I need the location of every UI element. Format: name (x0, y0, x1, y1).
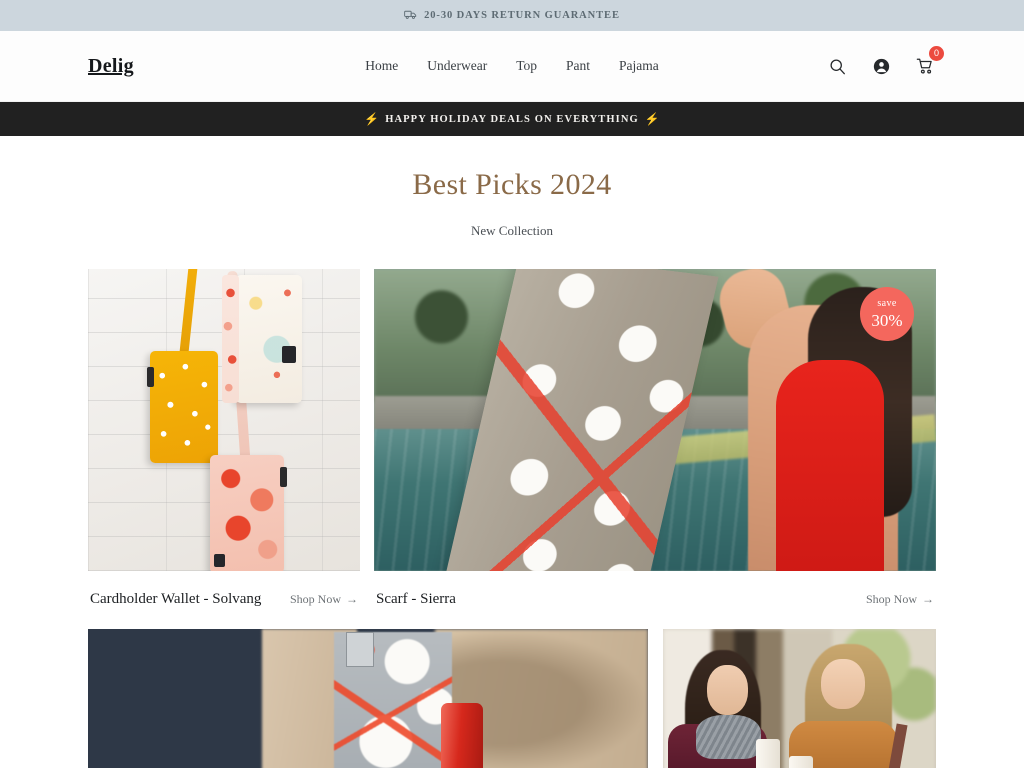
wallet-pink (210, 455, 287, 571)
nav-item-home[interactable]: Home (365, 58, 398, 74)
save-percent: 30% (871, 311, 903, 330)
site-logo[interactable]: Delig (88, 55, 134, 78)
wallet-zip (280, 467, 287, 487)
shop-now-link[interactable]: Shop Now → (290, 592, 358, 607)
product-image-tote[interactable] (88, 629, 648, 768)
promo-strip: ⚡ HAPPY HOLIDAY DEALS ON EVERYTHING ⚡ (0, 102, 1024, 136)
tote-price-tag (345, 631, 374, 668)
product-name: Cardholder Wallet - Solvang (90, 591, 262, 607)
nav-item-pajama[interactable]: Pajama (619, 58, 659, 74)
arrow-right-icon: → (346, 592, 358, 606)
bolt-left-icon: ⚡ (364, 112, 380, 126)
header-actions: 0 (826, 46, 944, 77)
product-card-tote[interactable] (88, 629, 648, 768)
shop-now-label: Shop Now (865, 592, 917, 606)
collection-header: Best Picks 2024 New Collection (0, 136, 1024, 239)
site-header: Delig Home Underwear Top Pant Pajama 0 (0, 31, 1024, 102)
product-row-2 (88, 629, 936, 768)
account-icon[interactable] (870, 55, 892, 77)
woman-left-scarf (695, 714, 762, 760)
product-image-wallet[interactable] (88, 269, 360, 571)
cart-icon[interactable]: 0 (914, 46, 944, 77)
woman-left-face (706, 664, 748, 715)
wallet-tag (282, 346, 296, 363)
search-icon[interactable] (826, 55, 848, 77)
product-caption-scarf: Scarf - Sierra Shop Now → (374, 571, 936, 608)
woman-right-face (821, 658, 865, 709)
save-label: save (877, 298, 897, 309)
product-card-street[interactable] (663, 629, 936, 768)
nav-item-pant[interactable]: Pant (566, 58, 590, 74)
coffee-cup (755, 738, 781, 768)
announcement-bar: 20-30 DAYS RETURN GUARANTEE (0, 0, 1024, 31)
wallet-zip (147, 367, 154, 387)
arrow-right-icon: → (922, 592, 934, 606)
wallet-tag (214, 554, 225, 567)
nav-item-underwear[interactable]: Underwear (427, 58, 487, 74)
red-bottle (440, 703, 483, 768)
promo-text: HAPPY HOLIDAY DEALS ON EVERYTHING (385, 113, 639, 125)
product-card-wallet[interactable]: Cardholder Wallet - Solvang Shop Now → (88, 269, 360, 608)
collection-subtitle: New Collection (471, 223, 553, 238)
product-image-scarf[interactable]: save 30% (374, 269, 936, 571)
coffee-cup (788, 756, 814, 768)
shop-now-label: Shop Now (289, 592, 341, 606)
bolt-right-icon: ⚡ (644, 112, 660, 126)
cart-count-badge: 0 (929, 46, 944, 61)
truck-icon (404, 7, 417, 25)
save-badge: save 30% (860, 287, 914, 341)
wallet-strap-yellow (179, 269, 198, 356)
product-card-scarf[interactable]: save 30% Scarf - Sierra Shop Now → (374, 269, 936, 608)
model-swimsuit (776, 359, 884, 571)
main-navigation: Home Underwear Top Pant Pajama (365, 58, 659, 74)
product-grid: Cardholder Wallet - Solvang Shop Now → sa… (0, 269, 1024, 768)
shop-now-link[interactable]: Shop Now → (866, 592, 934, 607)
product-name: Scarf - Sierra (376, 591, 456, 607)
announcement-text: 20-30 DAYS RETURN GUARANTEE (424, 10, 620, 21)
wallet-yellow (147, 351, 218, 463)
nav-item-top[interactable]: Top (516, 58, 537, 74)
product-caption-wallet: Cardholder Wallet - Solvang Shop Now → (88, 571, 360, 608)
product-image-street[interactable] (663, 629, 936, 768)
wallet-cream (222, 275, 302, 403)
product-row-1: Cardholder Wallet - Solvang Shop Now → sa… (88, 269, 936, 608)
page-title: Best Picks 2024 (412, 168, 612, 201)
